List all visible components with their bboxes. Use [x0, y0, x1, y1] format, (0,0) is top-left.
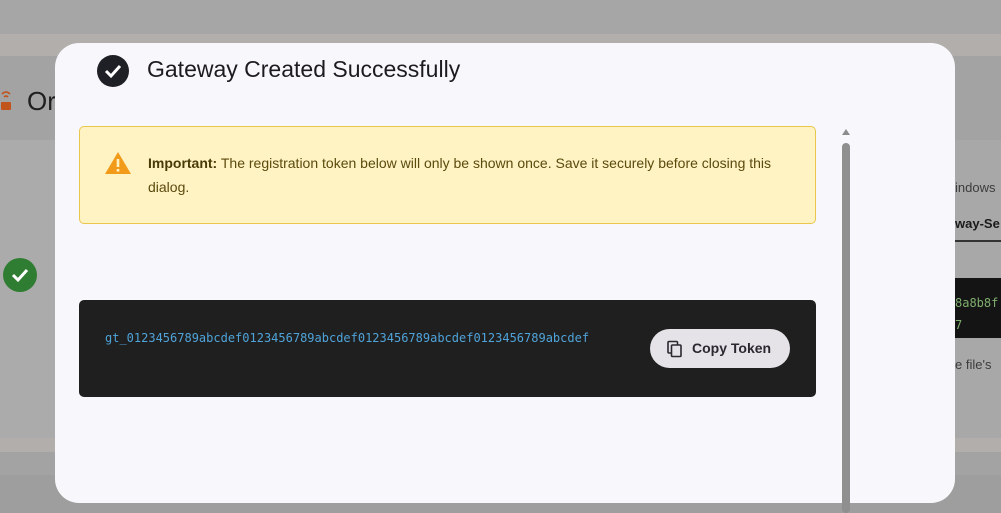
token-display: gt_0123456789abcdef0123456789abcdef01234… [79, 300, 816, 397]
app-page-title: Or [27, 86, 56, 116]
token-section-label: Registration Token [79, 255, 250, 276]
warning-message: Important: The registration token below … [148, 151, 788, 199]
warning-label: Important: [148, 155, 218, 171]
warning-triangle-icon [105, 152, 131, 174]
app-top-bar [0, 0, 1001, 34]
status-check-icon [3, 258, 37, 292]
dialog-scrollbar[interactable] [841, 129, 851, 513]
os-label: indows [955, 180, 996, 195]
registration-token[interactable]: gt_0123456789abcdef0123456789abcdef01234… [105, 328, 625, 349]
code-line: 7 [955, 318, 963, 332]
code-line: 8a8b8f [955, 296, 999, 310]
guide-section-label: Quick Setup Guide [79, 444, 249, 465]
gateway-created-dialog: Gateway Created Successfully Important: … [55, 43, 955, 513]
copy-token-button[interactable]: Copy Token [650, 329, 790, 368]
copy-token-label: Copy Token [692, 340, 772, 356]
dialog-title: Gateway Created Successfully [147, 56, 461, 82]
scrollbar-thumb[interactable] [842, 143, 850, 513]
warning-text: The registration token below will only b… [148, 155, 772, 195]
warning-alert: Important: The registration token below … [79, 126, 816, 224]
check-circle-icon [97, 55, 129, 87]
file-text: e file's [955, 357, 992, 372]
app-left-panel [0, 140, 60, 440]
scroll-up-arrow-icon[interactable] [842, 129, 850, 135]
copy-icon [667, 340, 682, 358]
os-tab: way-Se [955, 216, 1000, 231]
router-icon [1, 91, 11, 110]
